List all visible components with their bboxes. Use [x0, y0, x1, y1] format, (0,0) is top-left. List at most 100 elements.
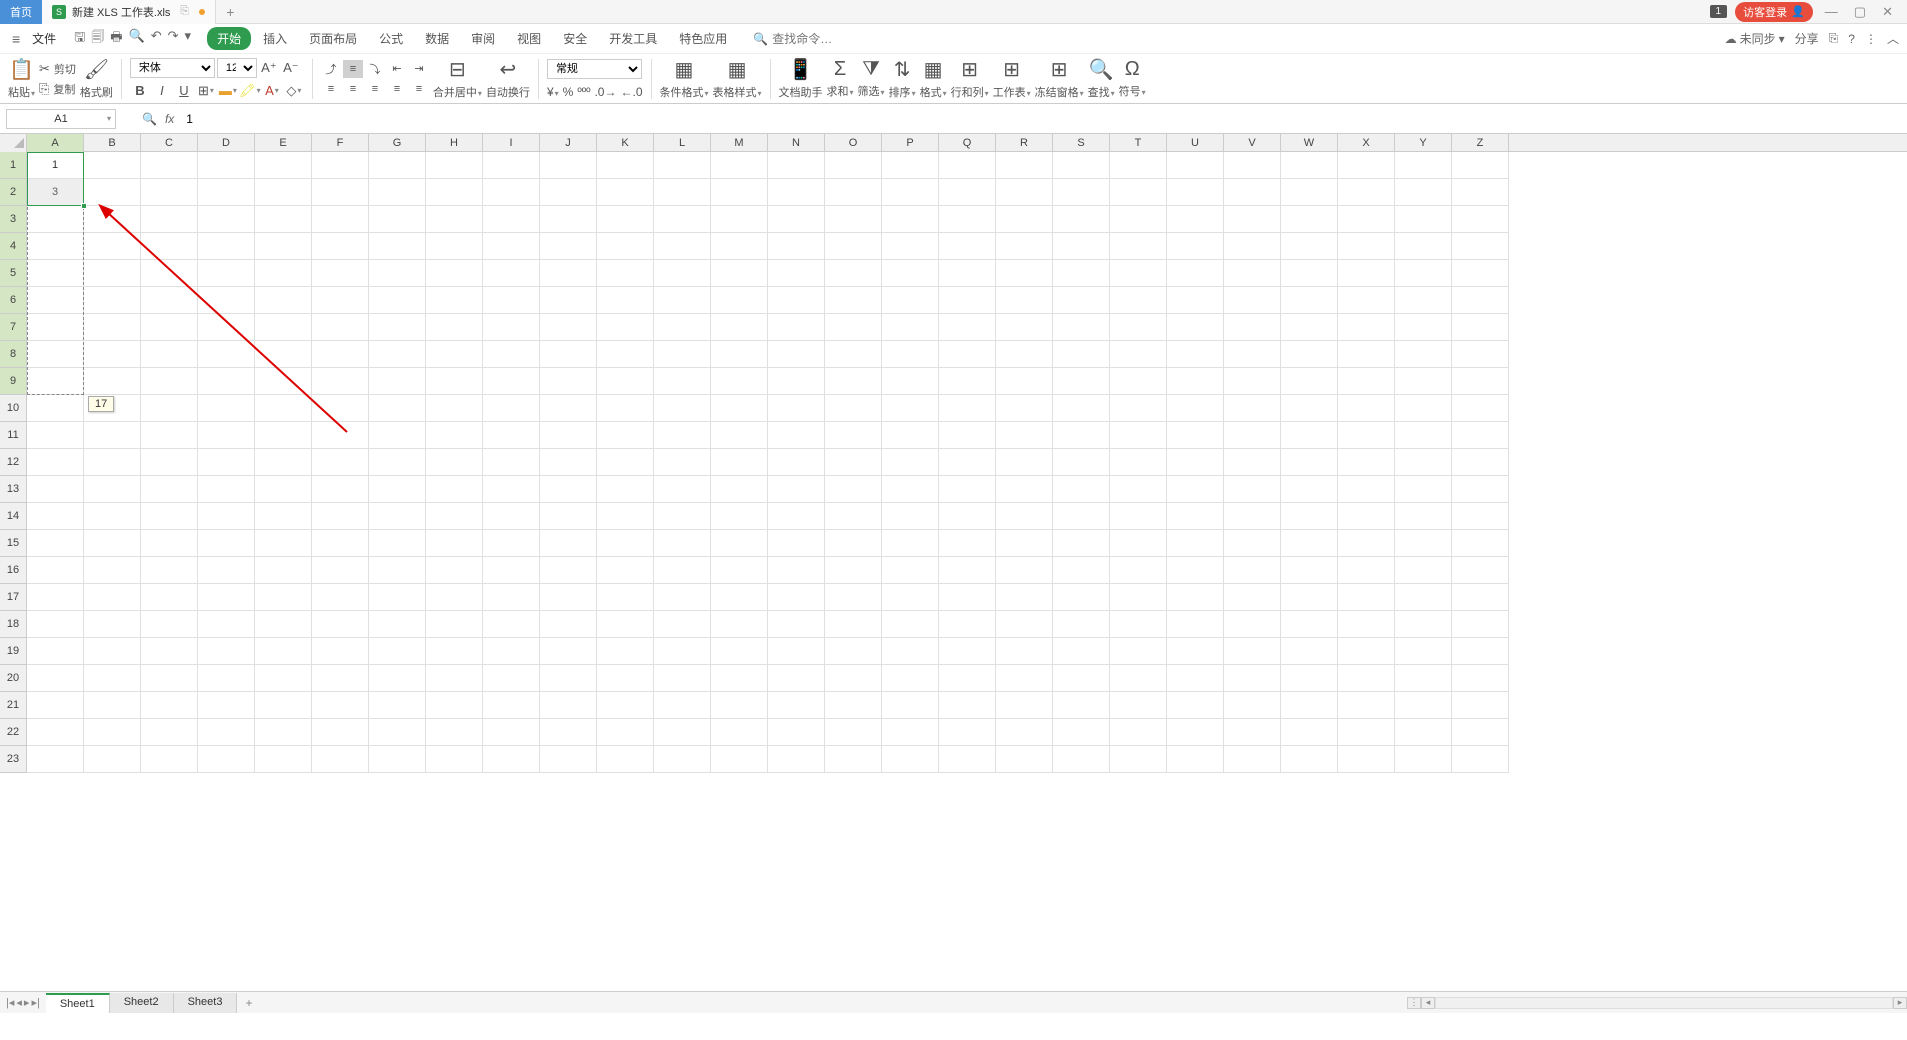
- cell-N16[interactable]: [768, 557, 825, 584]
- cell-B9[interactable]: [84, 368, 141, 395]
- cell-R3[interactable]: [996, 206, 1053, 233]
- cell-P5[interactable]: [882, 260, 939, 287]
- cell-X14[interactable]: [1338, 503, 1395, 530]
- cell-E9[interactable]: [255, 368, 312, 395]
- cell-L17[interactable]: [654, 584, 711, 611]
- cell-C16[interactable]: [141, 557, 198, 584]
- cell-O23[interactable]: [825, 746, 882, 773]
- cell-O5[interactable]: [825, 260, 882, 287]
- cell-V5[interactable]: [1224, 260, 1281, 287]
- cell-Z1[interactable]: [1452, 152, 1509, 179]
- cell-T4[interactable]: [1110, 233, 1167, 260]
- cell-W11[interactable]: [1281, 422, 1338, 449]
- cell-C1[interactable]: [141, 152, 198, 179]
- column-header-W[interactable]: W: [1281, 134, 1338, 152]
- cell-V11[interactable]: [1224, 422, 1281, 449]
- row-header-6[interactable]: 6: [0, 287, 26, 314]
- column-header-M[interactable]: M: [711, 134, 768, 152]
- cell-H2[interactable]: [426, 179, 483, 206]
- cell-Z5[interactable]: [1452, 260, 1509, 287]
- cell-B11[interactable]: [84, 422, 141, 449]
- cell-L16[interactable]: [654, 557, 711, 584]
- cell-D9[interactable]: [198, 368, 255, 395]
- cell-E2[interactable]: [255, 179, 312, 206]
- cell-Z9[interactable]: [1452, 368, 1509, 395]
- print-preview-icon[interactable]: 🔍: [129, 28, 145, 50]
- cell-S22[interactable]: [1053, 719, 1110, 746]
- cell-S7[interactable]: [1053, 314, 1110, 341]
- cell-S10[interactable]: [1053, 395, 1110, 422]
- fill-color-button[interactable]: ▬▾: [218, 82, 238, 100]
- cell-D4[interactable]: [198, 233, 255, 260]
- cell-R6[interactable]: [996, 287, 1053, 314]
- cell-A11[interactable]: [27, 422, 84, 449]
- cell-C18[interactable]: [141, 611, 198, 638]
- cell-P19[interactable]: [882, 638, 939, 665]
- cell-X6[interactable]: [1338, 287, 1395, 314]
- cell-L10[interactable]: [654, 395, 711, 422]
- cell-J2[interactable]: [540, 179, 597, 206]
- cell-L9[interactable]: [654, 368, 711, 395]
- cell-W23[interactable]: [1281, 746, 1338, 773]
- cell-X20[interactable]: [1338, 665, 1395, 692]
- collapse-ribbon-icon[interactable]: ︿: [1887, 30, 1899, 47]
- cell-O3[interactable]: [825, 206, 882, 233]
- cell-X12[interactable]: [1338, 449, 1395, 476]
- cell-M5[interactable]: [711, 260, 768, 287]
- cell-F14[interactable]: [312, 503, 369, 530]
- cell-M8[interactable]: [711, 341, 768, 368]
- cell-G16[interactable]: [369, 557, 426, 584]
- new-tab-button[interactable]: +: [216, 4, 244, 20]
- merge-cells-button[interactable]: ⊟ 合并居中▾: [433, 57, 482, 100]
- cell-S5[interactable]: [1053, 260, 1110, 287]
- cell-G15[interactable]: [369, 530, 426, 557]
- cell-C6[interactable]: [141, 287, 198, 314]
- cell-E3[interactable]: [255, 206, 312, 233]
- cell-K21[interactable]: [597, 692, 654, 719]
- cell-X2[interactable]: [1338, 179, 1395, 206]
- cell-D10[interactable]: [198, 395, 255, 422]
- cell-M12[interactable]: [711, 449, 768, 476]
- cell-B20[interactable]: [84, 665, 141, 692]
- sheet-prev-button[interactable]: ◂: [16, 996, 22, 1009]
- cell-A5[interactable]: [27, 260, 84, 287]
- clear-format-button[interactable]: ◇▾: [284, 82, 304, 100]
- cell-X9[interactable]: [1338, 368, 1395, 395]
- cell-G4[interactable]: [369, 233, 426, 260]
- cell-A12[interactable]: [27, 449, 84, 476]
- cell-F22[interactable]: [312, 719, 369, 746]
- hamburger-icon[interactable]: ≡: [8, 31, 24, 47]
- cell-Z4[interactable]: [1452, 233, 1509, 260]
- cell-D7[interactable]: [198, 314, 255, 341]
- currency-button[interactable]: ¥▾: [547, 85, 559, 99]
- cell-R19[interactable]: [996, 638, 1053, 665]
- cell-F9[interactable]: [312, 368, 369, 395]
- row-header-19[interactable]: 19: [0, 638, 26, 665]
- cell-D19[interactable]: [198, 638, 255, 665]
- cell-R2[interactable]: [996, 179, 1053, 206]
- cell-W21[interactable]: [1281, 692, 1338, 719]
- cell-Z18[interactable]: [1452, 611, 1509, 638]
- cell-D2[interactable]: [198, 179, 255, 206]
- cell-T19[interactable]: [1110, 638, 1167, 665]
- align-center-button[interactable]: ≡: [343, 80, 363, 98]
- ribbon-tab-5[interactable]: 审阅: [461, 27, 505, 50]
- cell-F4[interactable]: [312, 233, 369, 260]
- cell-T1[interactable]: [1110, 152, 1167, 179]
- cell-C5[interactable]: [141, 260, 198, 287]
- cell-O1[interactable]: [825, 152, 882, 179]
- cell-H7[interactable]: [426, 314, 483, 341]
- sheet-last-button[interactable]: ▸|: [31, 996, 39, 1009]
- cell-N15[interactable]: [768, 530, 825, 557]
- cell-N12[interactable]: [768, 449, 825, 476]
- cell-F2[interactable]: [312, 179, 369, 206]
- cell-S19[interactable]: [1053, 638, 1110, 665]
- cell-P6[interactable]: [882, 287, 939, 314]
- cell-B22[interactable]: [84, 719, 141, 746]
- cell-I19[interactable]: [483, 638, 540, 665]
- format-button[interactable]: ▦格式▾: [920, 57, 947, 100]
- document-tab[interactable]: S 新建 XLS 工作表.xls ⎘: [42, 0, 216, 24]
- column-header-F[interactable]: F: [312, 134, 369, 152]
- row-header-18[interactable]: 18: [0, 611, 26, 638]
- cell-N3[interactable]: [768, 206, 825, 233]
